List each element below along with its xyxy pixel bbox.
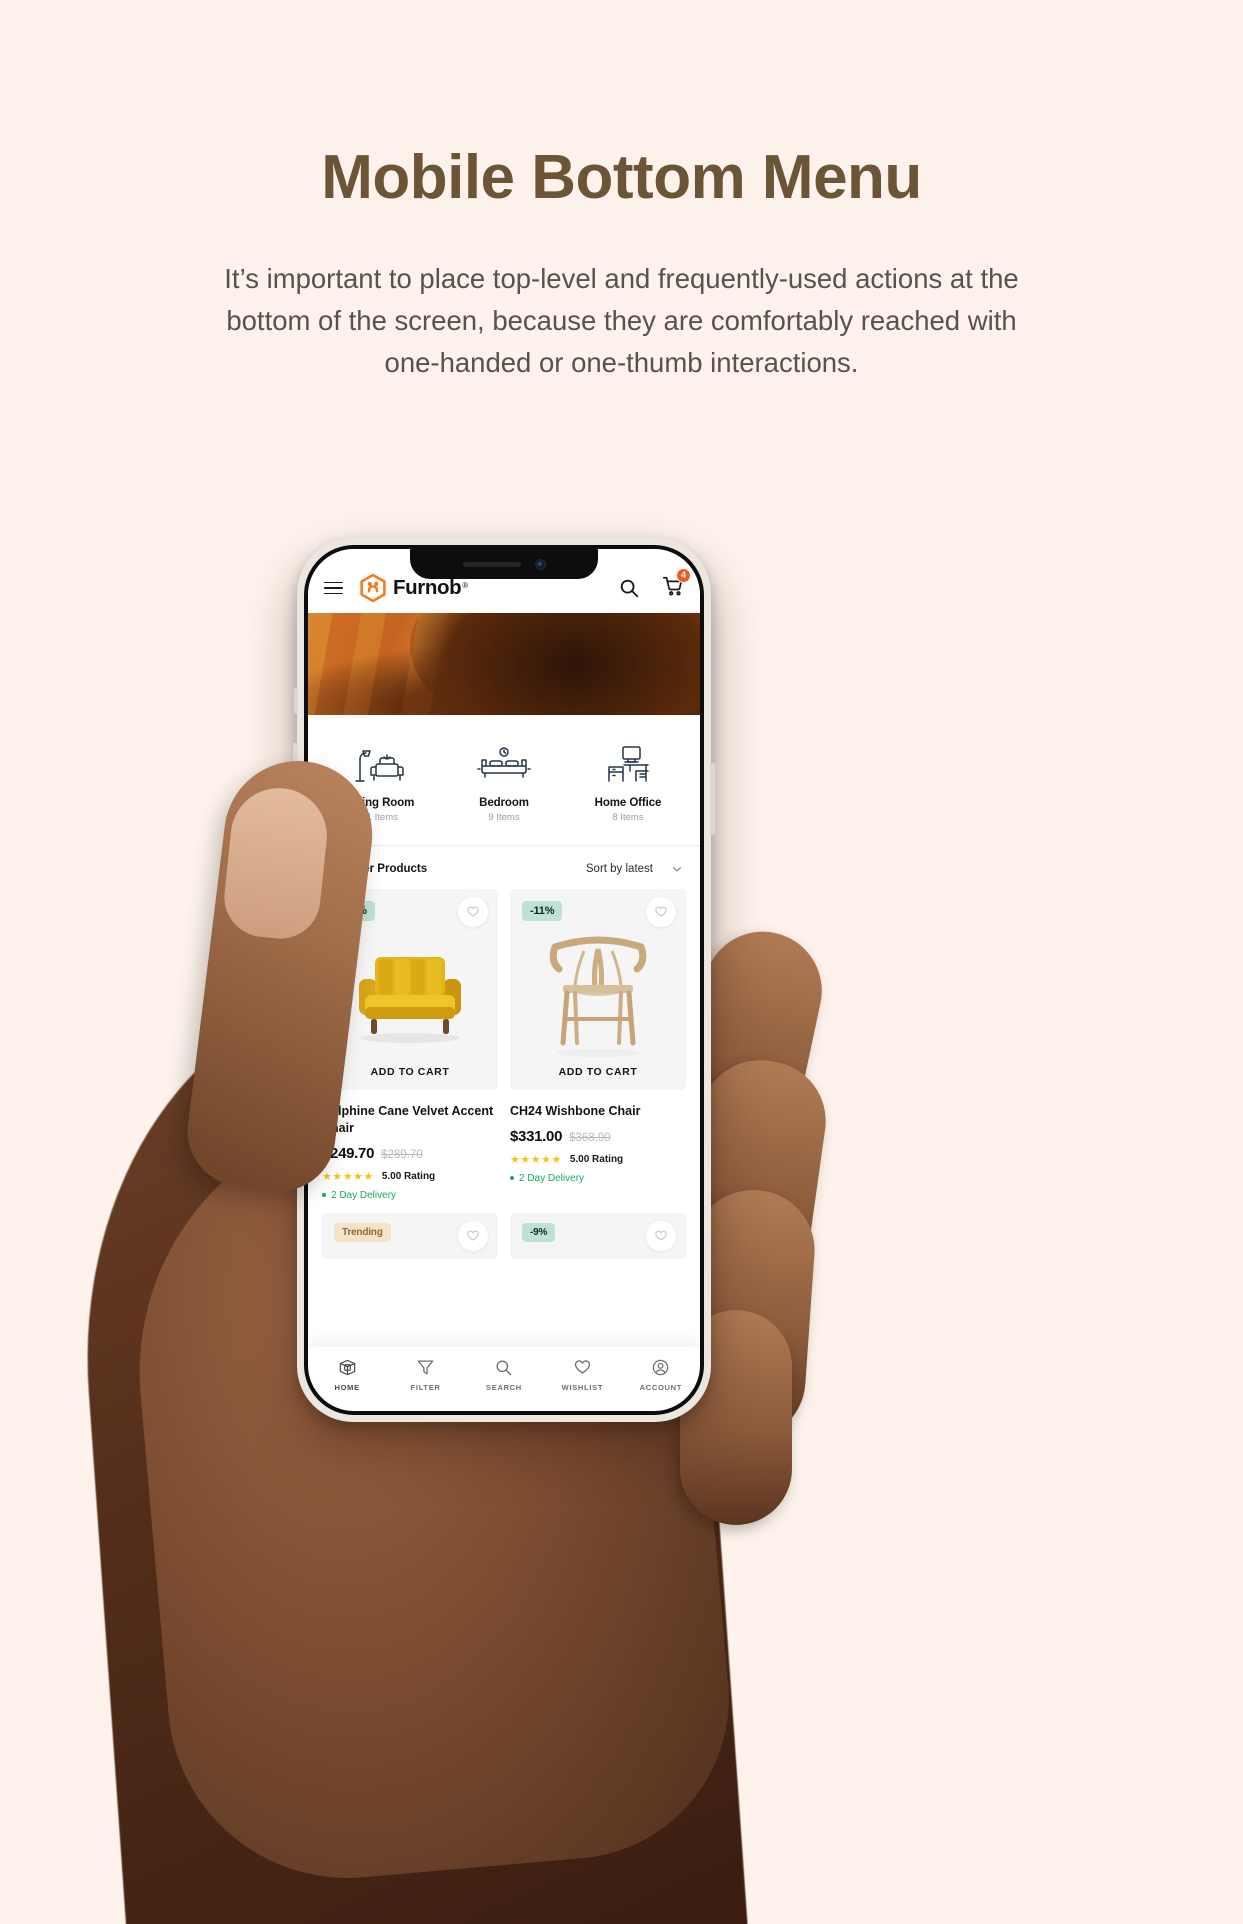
home-box-icon — [339, 1359, 355, 1376]
rating-text: 5.00 Rating — [569, 1153, 624, 1165]
product-card[interactable]: -11% ADD TO CART CH24 Wishbone Chair $33… — [510, 889, 686, 1201]
wishlist-button[interactable] — [458, 1220, 488, 1251]
star-rating-icon: ★★★★★ — [322, 1170, 374, 1183]
nav-label: ACCOUNT — [639, 1383, 682, 1392]
category-name: Bedroom — [479, 797, 529, 809]
sort-label: Sort by latest — [585, 862, 653, 875]
search-icon — [496, 1360, 512, 1376]
bullet-dot-icon — [322, 1193, 326, 1198]
nav-item-search[interactable]: SEARCH — [465, 1358, 543, 1400]
page-description: It’s important to place top-level and fr… — [224, 263, 1019, 378]
shipping-text: 2 Day Delivery — [331, 1189, 397, 1201]
nav-label: HOME — [334, 1383, 360, 1392]
notch — [410, 549, 598, 579]
add-to-cart-button[interactable]: ADD TO CART — [322, 1055, 498, 1090]
nav-item-account[interactable]: ACCOUNT — [622, 1358, 700, 1400]
chevron-down-icon — [672, 866, 682, 872]
nav-item-home[interactable]: HOME — [308, 1358, 386, 1400]
home-office-icon — [566, 741, 690, 785]
heart-icon — [467, 1230, 479, 1241]
poster-canvas: Mobile Bottom Menu It’s important to pla… — [0, 0, 1243, 1924]
star-rating-icon: ★★★★★ — [510, 1153, 562, 1166]
category-home-office[interactable]: Home Office 8 Items — [566, 741, 690, 823]
mute-switch[interactable] — [294, 688, 298, 714]
wishlist-button[interactable] — [646, 897, 676, 927]
product-old-price: $368.00 — [569, 1131, 611, 1144]
shipping-text: 2 Day Delivery — [519, 1172, 585, 1184]
product-card[interactable]: Trending — [322, 1212, 498, 1259]
bottom-navigation-bar: HOME FILTER SEARCH WISHLIST ACCOUNT — [308, 1347, 700, 1411]
heart-icon — [655, 1230, 667, 1241]
cart-count-badge: 4 — [676, 567, 691, 583]
hand-holding-phone-photo: Furnob® 4 Shop Living Room 11 Items Bedr… — [0, 430, 1243, 1924]
product-image-box: -9% — [510, 1212, 686, 1259]
discount-badge: -9% — [522, 1222, 556, 1242]
product-grid: -14% — [308, 889, 700, 1201]
user-circle-icon — [653, 1359, 669, 1376]
smartphone-device: Furnob® 4 Shop Living Room 11 Items Bedr… — [293, 538, 715, 1422]
cart-button[interactable]: 4 — [662, 567, 691, 602]
product-image-box: -11% — [510, 889, 686, 1059]
category-count: 9 Items — [488, 812, 520, 823]
category-bedroom[interactable]: Bedroom 9 Items — [442, 741, 566, 823]
product-image-box: Trending — [322, 1212, 498, 1259]
search-icon[interactable] — [618, 577, 640, 599]
nav-label: FILTER — [410, 1383, 441, 1392]
product-card[interactable]: -9% — [510, 1212, 686, 1259]
bedroom-icon — [442, 741, 566, 785]
product-title: CH24 Wishbone Chair — [510, 1104, 641, 1118]
hero-title: Shop — [467, 647, 541, 680]
nav-label: SEARCH — [486, 1383, 522, 1392]
discount-badge: Trending — [334, 1222, 391, 1242]
hero-banner: Shop — [308, 613, 700, 715]
brand-name: Furnob — [393, 576, 462, 599]
category-count: 8 Items — [612, 812, 644, 823]
discount-badge: -11% — [522, 901, 563, 921]
sort-dropdown[interactable]: Sort by latest — [586, 863, 683, 875]
product-price-row: $331.00 $368.00 — [510, 1128, 686, 1145]
nav-label: WISHLIST — [561, 1383, 604, 1392]
product-photo-wishbone-chair — [510, 935, 686, 1057]
category-name: Home Office — [594, 797, 662, 809]
nav-item-wishlist[interactable]: WISHLIST — [543, 1358, 621, 1400]
product-rating-row: ★★★★★ 5.00 Rating — [322, 1170, 498, 1183]
bullet-dot-icon — [510, 1176, 514, 1181]
product-shipping: 2 Day Delivery — [322, 1190, 498, 1201]
heart-icon — [655, 906, 667, 917]
wishlist-button[interactable] — [646, 1220, 676, 1251]
phone-bezel: Furnob® 4 Shop Living Room 11 Items Bedr… — [304, 545, 704, 1415]
product-grid-next-row-partial: Trending -9% — [308, 1201, 700, 1259]
rating-text: 5.00 Rating — [381, 1170, 436, 1182]
product-title: Delphine Cane Velvet Accent Chair — [322, 1104, 494, 1135]
add-to-cart-button[interactable]: ADD TO CART — [510, 1055, 686, 1090]
heart-icon — [574, 1360, 591, 1374]
phone-screen: Furnob® 4 Shop Living Room 11 Items Bedr… — [308, 549, 700, 1411]
hamburger-icon[interactable] — [324, 581, 343, 595]
front-camera-icon — [534, 558, 546, 570]
heart-icon — [467, 906, 479, 917]
furnob-hex-logo-icon — [360, 574, 386, 602]
product-rating-row: ★★★★★ 5.00 Rating — [510, 1153, 686, 1166]
product-old-price: $289.70 — [381, 1148, 423, 1161]
wishlist-button[interactable] — [458, 897, 488, 927]
nav-item-filter[interactable]: FILTER — [386, 1358, 464, 1400]
product-shipping: 2 Day Delivery — [510, 1173, 686, 1184]
funnel-icon — [417, 1360, 434, 1375]
page-title: Mobile Bottom Menu — [321, 143, 922, 212]
earpiece-speaker — [462, 561, 521, 567]
registered-mark: ® — [462, 580, 469, 590]
product-price-row: $249.70 $289.70 — [322, 1145, 498, 1162]
product-price: $331.00 — [510, 1127, 563, 1145]
power-button[interactable] — [710, 763, 715, 835]
